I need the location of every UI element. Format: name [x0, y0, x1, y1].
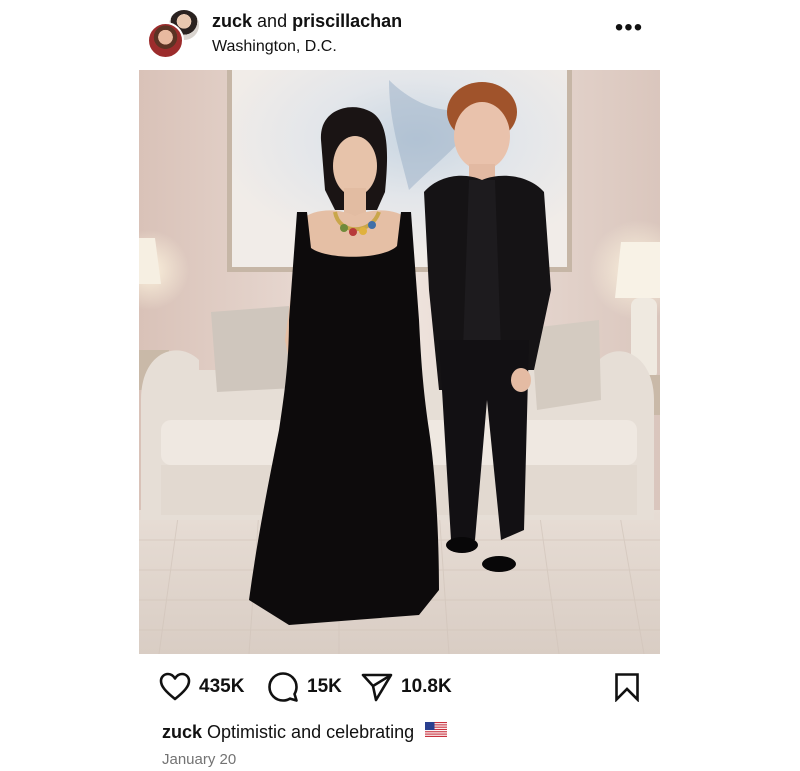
post-action-bar: 435K 15K 10.8K: [139, 665, 660, 709]
authors-joiner: and: [257, 11, 288, 31]
like-count[interactable]: 435K: [199, 676, 244, 698]
post-location[interactable]: Washington, D.C.: [212, 36, 402, 58]
post-photo-image: [139, 70, 660, 654]
header-text: zuck and priscillachan Washington, D.C.: [212, 10, 402, 58]
save-button[interactable]: [614, 672, 640, 707]
avatar-stack[interactable]: [147, 8, 201, 59]
author-avatar[interactable]: [147, 22, 184, 59]
caption-text: Optimistic and celebrating: [207, 722, 415, 742]
collaborator-username[interactable]: priscillachan: [292, 11, 402, 31]
author-username[interactable]: zuck: [212, 11, 252, 31]
bookmark-icon: [615, 673, 639, 703]
instagram-post: zuck and priscillachan Washington, D.C. …: [139, 0, 660, 771]
caption-username[interactable]: zuck: [162, 722, 202, 742]
post-authors: zuck and priscillachan: [212, 10, 402, 32]
send-icon: [361, 673, 393, 702]
share-button[interactable]: 10.8K: [361, 671, 452, 703]
post-header: zuck and priscillachan Washington, D.C. …: [139, 0, 660, 70]
more-options-button[interactable]: •••: [614, 16, 644, 40]
us-flag-icon: [425, 719, 448, 743]
comment-count[interactable]: 15K: [307, 676, 342, 698]
post-date: January 20: [162, 751, 237, 768]
like-button[interactable]: 435K: [159, 671, 244, 703]
heart-icon: [159, 672, 191, 701]
share-count[interactable]: 10.8K: [401, 676, 452, 698]
more-horizontal-icon: •••: [614, 14, 644, 41]
post-photo[interactable]: [139, 70, 660, 654]
comment-button[interactable]: 15K: [267, 671, 342, 703]
post-caption: zuck Optimistic and celebrating: [162, 719, 448, 745]
comment-icon: [268, 672, 298, 702]
